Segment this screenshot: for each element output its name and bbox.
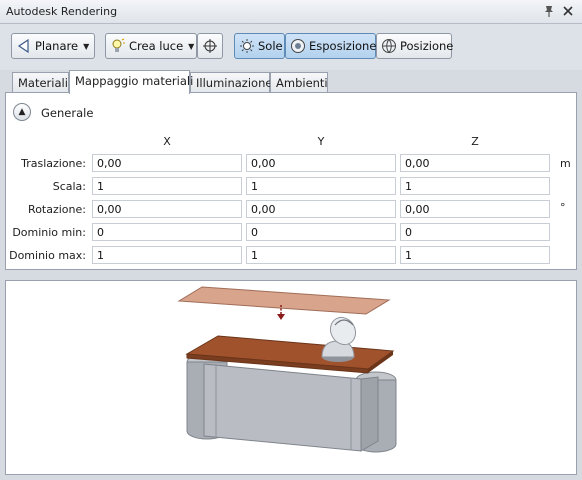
sun-icon	[239, 38, 255, 54]
domain-max-z-field[interactable]	[400, 246, 550, 264]
projection-plane	[177, 286, 391, 315]
mapping-properties-panel: ▲ Generale X Y Z Traslazione: m Scala: R…	[5, 92, 577, 270]
location-button[interactable]: Posizione	[376, 33, 454, 59]
tab-label: Materiali	[18, 76, 68, 90]
tab-material-mapping[interactable]: Mappaggio materiali	[69, 70, 194, 94]
exposure-label: Esposizione	[309, 39, 377, 53]
row-label-rotation: Rotazione:	[28, 203, 86, 216]
globe-icon	[381, 38, 397, 54]
translation-z-field[interactable]	[400, 154, 550, 172]
exposure-button[interactable]: Esposizione	[285, 33, 376, 59]
collapse-icon[interactable]: ▲	[13, 103, 31, 121]
tab-bar: Materiali Mappaggio materiali Illuminazi…	[0, 70, 582, 94]
sun-toggle-button[interactable]: Sole	[234, 33, 285, 59]
title-bar: Autodesk Rendering	[0, 0, 582, 24]
chevron-down-icon: ▼	[83, 41, 90, 51]
exposure-icon	[290, 38, 306, 54]
section-title: Generale	[41, 106, 94, 120]
window-title: Autodesk Rendering	[6, 5, 118, 18]
domain-max-x-field[interactable]	[92, 246, 242, 264]
close-icon[interactable]	[561, 4, 575, 18]
translation-y-field[interactable]	[246, 154, 396, 172]
planar-map-icon	[16, 38, 32, 54]
mapping-preview-viewport[interactable]	[5, 280, 577, 475]
location-label: Posizione	[400, 39, 454, 53]
tab-environments[interactable]: Ambienti	[270, 72, 328, 93]
domain-min-z-field[interactable]	[400, 223, 550, 241]
create-light-label: Crea luce	[129, 39, 184, 53]
domain-min-x-field[interactable]	[92, 223, 242, 241]
translation-unit: m	[560, 157, 571, 170]
row-label-domain-max: Dominio max:	[9, 249, 86, 262]
rotation-z-field[interactable]	[400, 200, 550, 218]
projection-arrow-head	[277, 314, 285, 320]
light-bulb-icon	[110, 38, 126, 54]
column-header-z: Z	[471, 135, 479, 148]
scale-x-field[interactable]	[92, 177, 242, 195]
base-front-block	[203, 363, 362, 452]
tab-label: Illuminazione	[196, 76, 273, 90]
target-icon	[202, 38, 218, 54]
tab-label: Mappaggio materiali	[75, 74, 194, 88]
preview-scene	[177, 286, 397, 453]
translation-x-field[interactable]	[92, 154, 242, 172]
sun-label: Sole	[258, 39, 283, 53]
tab-lighting[interactable]: Illuminazione	[190, 72, 273, 93]
tab-materials[interactable]: Materiali	[12, 72, 69, 93]
planar-label: Planare	[35, 39, 79, 53]
light-target-button[interactable]	[197, 33, 223, 59]
rotation-y-field[interactable]	[246, 200, 396, 218]
row-label-domain-min: Dominio min:	[12, 226, 86, 239]
row-label-scale: Scala:	[52, 180, 86, 193]
column-header-x: X	[163, 135, 171, 148]
column-header-y: Y	[317, 135, 325, 148]
toolbar: Planare ▼ Crea luce ▼ Sole Esposizione P…	[0, 24, 582, 70]
scale-z-field[interactable]	[400, 177, 550, 195]
rotation-unit: °	[560, 201, 566, 214]
create-light-dropdown[interactable]: Crea luce ▼	[105, 33, 197, 59]
domain-max-y-field[interactable]	[246, 246, 396, 264]
row-label-translation: Traslazione:	[21, 157, 86, 170]
chevron-down-icon: ▼	[188, 41, 195, 51]
pin-icon[interactable]	[542, 4, 556, 18]
domain-min-y-field[interactable]	[246, 223, 396, 241]
tab-label: Ambienti	[276, 76, 328, 90]
rotation-x-field[interactable]	[92, 200, 242, 218]
scale-y-field[interactable]	[246, 177, 396, 195]
planar-mapping-dropdown[interactable]: Planare ▼	[11, 33, 95, 59]
